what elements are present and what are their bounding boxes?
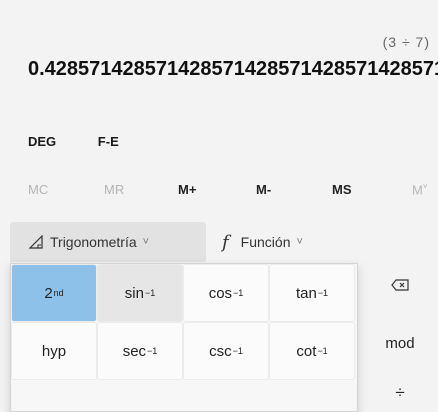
memory-clear-button[interactable]: MC — [28, 182, 48, 197]
function-dropdown[interactable]: f Función ˅ — [212, 222, 303, 262]
trigonometry-dropdown[interactable]: Trigonometría ˅ — [10, 222, 206, 262]
arccsc-button[interactable]: csc −1 — [183, 322, 269, 380]
memory-row: MC MR M+ M- MS M˅ — [0, 182, 438, 206]
arccos-button[interactable]: cos −1 — [183, 264, 269, 322]
sin-label: sin — [124, 284, 144, 302]
hyp-button[interactable]: hyp — [11, 322, 97, 380]
inverse-sup: −1 — [317, 288, 329, 298]
function-f-icon: f — [222, 231, 229, 253]
chevron-down-icon: ˅ — [142, 236, 150, 248]
mode-row: DEG F-E — [28, 134, 157, 149]
second-label: 2 — [44, 284, 53, 302]
arccot-button[interactable]: cot −1 — [269, 322, 355, 380]
sec-label: sec — [122, 342, 147, 360]
inverse-sup: −1 — [232, 346, 243, 356]
deg-button[interactable]: DEG — [28, 134, 56, 149]
csc-label: csc — [209, 342, 232, 360]
right-key-column: mod ÷ — [362, 263, 438, 410]
hyp-label: hyp — [41, 342, 67, 360]
memory-list-button[interactable]: M˅ — [412, 182, 428, 197]
inverse-sup: −1 — [147, 346, 158, 356]
trigonometry-label: Trigonometría — [50, 234, 137, 250]
tan-label: tan — [295, 284, 317, 302]
second-function-button[interactable]: 2nd — [11, 264, 97, 322]
result-display: 0.428571428571428571428571428571428571 — [28, 58, 438, 80]
second-sup: nd — [53, 288, 64, 298]
memory-list-label: M — [412, 182, 423, 198]
memory-add-button[interactable]: M+ — [178, 182, 196, 197]
inverse-sup: −1 — [233, 288, 244, 298]
arcsec-button[interactable]: sec −1 — [97, 322, 183, 380]
trigonometry-flyout: 2nd sin −1 cos −1 tan −1 hyp sec −1 csc −1 co… — [10, 263, 358, 412]
backspace-icon — [391, 279, 409, 291]
chevron-down-icon: ˅ — [296, 236, 303, 248]
arcsin-button[interactable]: sin −1 — [97, 264, 183, 322]
cot-label: cot — [296, 342, 317, 360]
expression-display: (3 ÷ 7) — [382, 34, 430, 50]
memory-recall-button[interactable]: MR — [104, 182, 124, 197]
inverse-sup: −1 — [317, 346, 328, 356]
inverse-sup: −1 — [144, 288, 156, 298]
memory-list-chevron: ˅ — [422, 182, 428, 191]
fe-button[interactable]: F-E — [98, 134, 119, 149]
mod-button[interactable]: mod — [362, 315, 438, 371]
function-label: Función — [240, 234, 291, 250]
cos-label: cos — [208, 284, 233, 302]
triangle-ruler-icon — [28, 235, 44, 249]
arctan-button[interactable]: tan −1 — [269, 264, 355, 322]
memory-subtract-button[interactable]: M- — [256, 182, 271, 197]
memory-store-button[interactable]: MS — [332, 182, 352, 197]
function-tabs: Trigonometría ˅ f Función ˅ — [0, 222, 438, 264]
divide-button[interactable]: ÷ — [362, 379, 438, 407]
backspace-button[interactable] — [362, 263, 438, 307]
